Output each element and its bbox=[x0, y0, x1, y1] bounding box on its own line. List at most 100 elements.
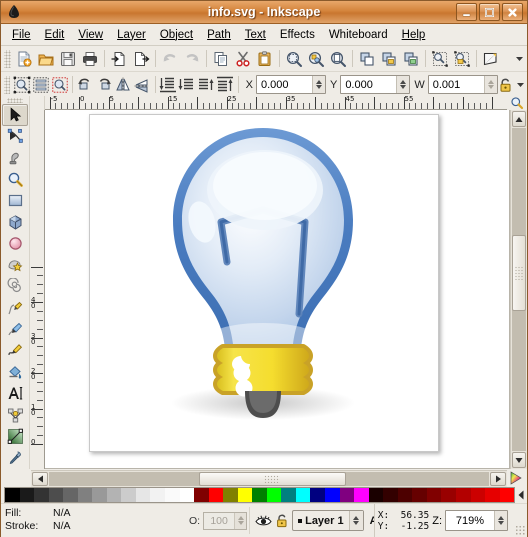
copy-icon[interactable] bbox=[210, 48, 232, 70]
palette-swatch[interactable] bbox=[77, 488, 93, 502]
raise-icon[interactable] bbox=[197, 74, 216, 96]
palette-swatch[interactable] bbox=[499, 488, 515, 502]
menu-help[interactable]: Help bbox=[395, 27, 433, 43]
box3d-tool[interactable] bbox=[2, 211, 28, 232]
duplicate-icon[interactable] bbox=[356, 48, 378, 70]
zoom-tool[interactable] bbox=[2, 168, 28, 189]
ruler-zoom-button[interactable] bbox=[507, 96, 527, 110]
fill-stroke-indicator[interactable]: Fill: N/A Stroke: N/A bbox=[1, 504, 185, 537]
palette-swatch[interactable] bbox=[63, 488, 78, 502]
new-document-icon[interactable] bbox=[13, 48, 35, 70]
palette-swatch[interactable] bbox=[237, 488, 253, 502]
palette-swatch[interactable] bbox=[48, 488, 64, 502]
paint-bucket-tool[interactable] bbox=[2, 362, 28, 383]
lock-ratio-icon[interactable] bbox=[498, 74, 514, 96]
fill-stroke-dialog-icon[interactable] bbox=[429, 48, 451, 70]
palette-swatch[interactable] bbox=[325, 488, 340, 502]
palette-swatch[interactable] bbox=[397, 488, 413, 502]
minimize-button[interactable] bbox=[456, 3, 477, 21]
group-icon[interactable] bbox=[378, 48, 400, 70]
menu-text[interactable]: Text bbox=[238, 27, 273, 43]
menu-object[interactable]: Object bbox=[153, 27, 200, 43]
x-field-value[interactable]: 0.000 bbox=[256, 76, 312, 93]
menu-effects[interactable]: Effects bbox=[273, 27, 322, 43]
eye-icon[interactable] bbox=[255, 514, 272, 528]
close-button[interactable] bbox=[502, 3, 523, 21]
gradient-tool[interactable] bbox=[2, 426, 28, 447]
palette-swatch[interactable] bbox=[383, 488, 398, 502]
tweak-tool[interactable] bbox=[2, 147, 28, 168]
menu-view[interactable]: View bbox=[71, 27, 110, 43]
vertical-scroll-track[interactable] bbox=[512, 128, 526, 451]
x-field-stepper[interactable] bbox=[311, 76, 325, 93]
horizontal-scroll-thumb[interactable] bbox=[198, 471, 346, 486]
deselect-icon[interactable] bbox=[50, 74, 69, 96]
y-field-value[interactable]: 0.000 bbox=[341, 76, 397, 93]
opacity-stepper[interactable] bbox=[234, 512, 247, 529]
horizontal-scroll-track[interactable] bbox=[49, 471, 489, 486]
palette-swatch[interactable] bbox=[5, 488, 20, 502]
text-tool[interactable] bbox=[2, 383, 28, 404]
palette-swatch[interactable] bbox=[485, 488, 500, 502]
select-toolbar-overflow-button[interactable] bbox=[513, 74, 527, 96]
toolbox-grip[interactable] bbox=[7, 98, 23, 104]
import-icon[interactable] bbox=[108, 48, 130, 70]
dropper-tool[interactable] bbox=[2, 448, 28, 469]
color-wheel-icon[interactable] bbox=[507, 471, 525, 485]
zoom-field[interactable]: 719% bbox=[445, 510, 508, 531]
palette-swatch[interactable] bbox=[368, 488, 384, 502]
flip-horizontal-icon[interactable] bbox=[114, 74, 133, 96]
save-document-icon[interactable] bbox=[57, 48, 79, 70]
palette-swatch[interactable] bbox=[266, 488, 282, 502]
palette-swatch[interactable] bbox=[470, 488, 486, 502]
opacity-field[interactable]: 100 bbox=[203, 511, 248, 530]
palette-swatch[interactable] bbox=[455, 488, 471, 502]
y-field-stepper[interactable] bbox=[396, 76, 410, 93]
ruler-corner[interactable] bbox=[30, 96, 45, 111]
raise-to-top-icon[interactable] bbox=[216, 74, 235, 96]
palette-swatch[interactable] bbox=[223, 488, 238, 502]
width-field-stepper[interactable] bbox=[483, 76, 497, 93]
palette-swatch[interactable] bbox=[194, 488, 209, 502]
scroll-left-button[interactable] bbox=[32, 471, 48, 486]
scroll-right-button[interactable] bbox=[490, 471, 506, 486]
layer-selector[interactable]: Layer 1 bbox=[292, 510, 364, 531]
palette-swatch[interactable] bbox=[281, 488, 296, 502]
palette-swatch[interactable] bbox=[92, 488, 107, 502]
menu-edit[interactable]: Edit bbox=[38, 27, 72, 43]
paste-icon[interactable] bbox=[254, 48, 276, 70]
spiral-tool[interactable] bbox=[2, 276, 28, 297]
node-tool[interactable] bbox=[2, 126, 28, 147]
palette-swatch[interactable] bbox=[412, 488, 427, 502]
vertical-scroll-thumb[interactable] bbox=[512, 234, 526, 311]
palette-swatch[interactable] bbox=[106, 488, 122, 502]
rotate-cw-icon[interactable] bbox=[95, 74, 114, 96]
xml-editor-icon[interactable] bbox=[480, 48, 502, 70]
unlocked-padlock-icon[interactable] bbox=[275, 513, 289, 528]
light-bulb-illustration[interactable] bbox=[145, 110, 395, 430]
y-field[interactable]: 0.000 bbox=[340, 75, 411, 94]
scroll-up-button[interactable] bbox=[512, 111, 526, 127]
lower-to-bottom-icon[interactable] bbox=[159, 74, 178, 96]
cut-icon[interactable] bbox=[232, 48, 254, 70]
palette-swatch[interactable] bbox=[19, 488, 35, 502]
lower-icon[interactable] bbox=[178, 74, 197, 96]
palette-swatch[interactable] bbox=[34, 488, 49, 502]
ungroup-icon[interactable] bbox=[400, 48, 422, 70]
menu-file[interactable]: File bbox=[5, 27, 38, 43]
vertical-ruler[interactable]: 40 30 20 10 0 bbox=[30, 110, 45, 469]
menu-path[interactable]: Path bbox=[200, 27, 238, 43]
palette-swatch[interactable] bbox=[121, 488, 136, 502]
menu-whiteboard[interactable]: Whiteboard bbox=[322, 27, 395, 43]
palette-swatch[interactable] bbox=[208, 488, 224, 502]
open-document-icon[interactable] bbox=[35, 48, 57, 70]
palette-swatch[interactable] bbox=[339, 488, 355, 502]
rectangle-tool[interactable] bbox=[2, 190, 28, 211]
opacity-control[interactable]: O: 100 bbox=[185, 504, 248, 537]
palette-swatch[interactable] bbox=[441, 488, 456, 502]
layer-stepper[interactable] bbox=[348, 511, 363, 530]
zoom-selection-icon[interactable] bbox=[283, 48, 305, 70]
ellipse-tool[interactable] bbox=[2, 233, 28, 254]
palette-swatch[interactable] bbox=[252, 488, 267, 502]
connector-tool[interactable] bbox=[2, 405, 28, 426]
